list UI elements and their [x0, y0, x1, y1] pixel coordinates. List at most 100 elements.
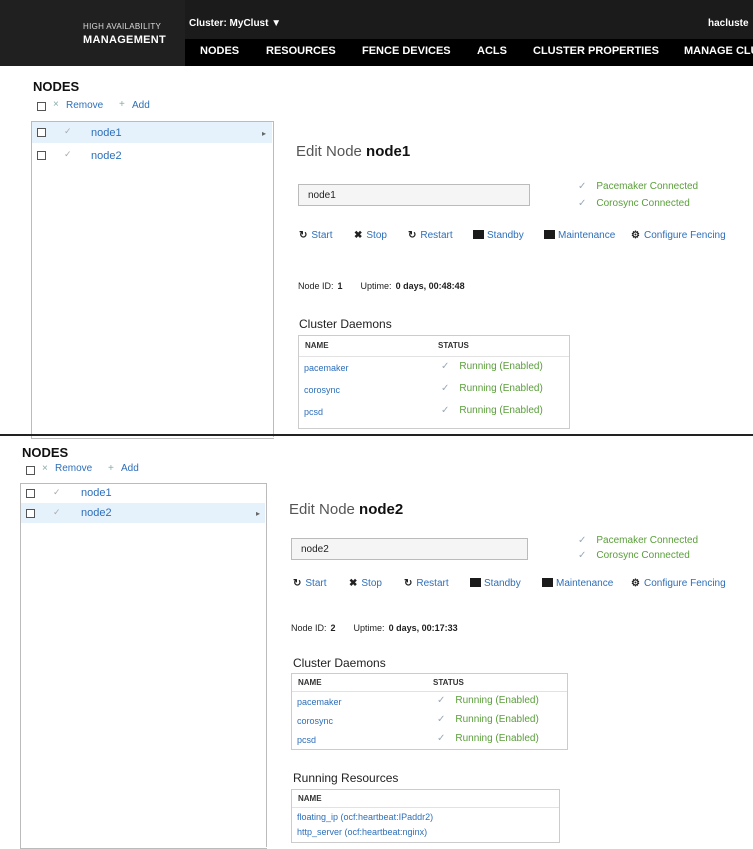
daemon-name[interactable]: pcsd — [304, 407, 323, 417]
node-list — [20, 483, 267, 849]
check-icon: ✓ — [64, 149, 72, 159]
resources-table: NAME floating_ip (ocf:heartbeat:IPaddr2)… — [291, 789, 560, 843]
check-icon: ✓ — [64, 126, 72, 136]
col-status: STATUS — [438, 341, 469, 350]
cluster-daemons-title: Cluster Daemons — [299, 317, 392, 331]
node-link[interactable]: node2 — [81, 507, 112, 519]
screenshot-divider — [0, 434, 753, 436]
start-button[interactable]: ↻ Start — [299, 230, 333, 241]
restart-icon: ↻ — [404, 578, 413, 589]
row-checkbox[interactable] — [26, 489, 35, 498]
check-icon: ✓ — [53, 487, 61, 497]
daemon-name[interactable]: corosync — [304, 385, 340, 395]
edit-node-title: Edit Node node2 — [289, 501, 404, 518]
daemon-status: ✓ Running (Enabled) — [437, 714, 539, 725]
add-button[interactable]: Add — [121, 463, 139, 474]
menu-cluster-properties[interactable]: CLUSTER PROPERTIES — [533, 45, 659, 57]
node-list — [31, 121, 274, 439]
page-title: NODES — [22, 445, 69, 460]
standby-icon — [470, 578, 481, 587]
page-title: NODES — [33, 79, 80, 94]
daemons-table: NAME STATUS pacemaker ✓ Running (Enabled)… — [298, 335, 570, 429]
main-menu: NODES RESOURCES FENCE DEVICES ACLS CLUST… — [185, 39, 753, 66]
maintenance-icon — [544, 230, 555, 239]
top-header: HIGH AVAILABILITY MANAGEMENT Cluster: My… — [0, 0, 753, 66]
cluster-selector[interactable]: Cluster: MyClust ▼ — [189, 18, 281, 29]
panel-divider — [266, 483, 267, 847]
pacemaker-status: ✓ Pacemaker Connected — [578, 535, 699, 546]
node-link[interactable]: node2 — [91, 150, 122, 162]
remove-icon: × — [42, 463, 48, 474]
daemon-status: ✓ Running (Enabled) — [441, 361, 543, 372]
add-button[interactable]: Add — [132, 100, 150, 111]
brand-area: HIGH AVAILABILITY MANAGEMENT — [0, 0, 185, 66]
start-icon: ↻ — [299, 230, 308, 241]
restart-icon: ↻ — [408, 230, 417, 241]
col-name: NAME — [298, 678, 322, 687]
daemon-status: ✓ Running (Enabled) — [437, 695, 539, 706]
remove-button[interactable]: Remove — [55, 463, 92, 474]
select-all-checkbox[interactable] — [37, 102, 46, 111]
node-meta: Node ID: 1 Uptime: 0 days, 00:48:48 — [298, 281, 465, 291]
add-icon: + — [108, 463, 114, 474]
cluster-daemons-title: Cluster Daemons — [293, 656, 386, 670]
check-icon: ✓ — [53, 507, 61, 517]
stop-icon: ✖ — [349, 578, 358, 589]
corosync-status: ✓ Corosync Connected — [578, 550, 690, 561]
brand-line2: MANAGEMENT — [83, 34, 167, 46]
daemon-status: ✓ Running (Enabled) — [437, 733, 539, 744]
daemon-name[interactable]: corosync — [297, 716, 333, 726]
daemons-table: NAME STATUS pacemaker ✓ Running (Enabled)… — [291, 673, 568, 750]
stop-icon: ✖ — [354, 230, 363, 241]
menu-fence-devices[interactable]: FENCE DEVICES — [362, 45, 451, 57]
standby-icon — [473, 230, 484, 239]
gear-icon: ⚙ — [631, 230, 640, 241]
menu-manage-clusters[interactable]: MANAGE CLU — [684, 45, 753, 57]
stop-button[interactable]: ✖ Stop — [354, 230, 387, 241]
menu-nodes[interactable]: NODES — [200, 45, 239, 57]
stop-button[interactable]: ✖ Stop — [349, 578, 382, 589]
node-meta: Node ID: 2 Uptime: 0 days, 00:17:33 — [291, 623, 458, 633]
select-all-checkbox[interactable] — [26, 466, 35, 475]
standby-button[interactable]: Standby — [470, 578, 521, 589]
node-name-field[interactable]: node2 — [291, 538, 528, 560]
maintenance-button[interactable]: Maintenance — [544, 230, 615, 241]
chevron-right-icon: ▸ — [256, 509, 261, 518]
node-link[interactable]: node1 — [81, 487, 112, 499]
start-icon: ↻ — [293, 578, 302, 589]
start-button[interactable]: ↻ Start — [293, 578, 327, 589]
col-name: NAME — [298, 794, 322, 803]
panel-divider — [273, 121, 274, 437]
maintenance-button[interactable]: Maintenance — [542, 578, 613, 589]
restart-button[interactable]: ↻ Restart — [404, 578, 449, 589]
user-menu[interactable]: hacluste — [708, 18, 749, 29]
col-name: NAME — [305, 341, 329, 350]
pacemaker-status: ✓ Pacemaker Connected — [578, 181, 699, 192]
menu-acls[interactable]: ACLS — [477, 45, 507, 57]
add-icon: + — [119, 99, 125, 110]
row-checkbox[interactable] — [26, 509, 35, 518]
remove-button[interactable]: Remove — [66, 100, 103, 111]
configure-fencing-button[interactable]: ⚙ Configure Fencing — [631, 230, 726, 241]
menu-resources[interactable]: RESOURCES — [266, 45, 336, 57]
daemon-name[interactable]: pcsd — [297, 735, 316, 745]
row-checkbox[interactable] — [37, 151, 46, 160]
gear-icon: ⚙ — [631, 578, 640, 589]
resource-link[interactable]: floating_ip (ocf:heartbeat:IPaddr2) — [297, 812, 433, 822]
chevron-right-icon: ▸ — [262, 129, 267, 138]
edit-node-title: Edit Node node1 — [296, 143, 411, 160]
restart-button[interactable]: ↻ Restart — [408, 230, 453, 241]
configure-fencing-button[interactable]: ⚙ Configure Fencing — [631, 578, 726, 589]
resource-link[interactable]: http_server (ocf:heartbeat:nginx) — [297, 827, 427, 837]
node-name-field[interactable]: node1 — [298, 184, 530, 206]
daemon-status: ✓ Running (Enabled) — [441, 405, 543, 416]
row-checkbox[interactable] — [37, 128, 46, 137]
col-status: STATUS — [433, 678, 464, 687]
daemon-name[interactable]: pacemaker — [297, 697, 342, 707]
daemon-status: ✓ Running (Enabled) — [441, 383, 543, 394]
standby-button[interactable]: Standby — [473, 230, 524, 241]
brand-line1: HIGH AVAILABILITY — [83, 22, 162, 31]
daemon-name[interactable]: pacemaker — [304, 363, 349, 373]
corosync-status: ✓ Corosync Connected — [578, 198, 690, 209]
node-link[interactable]: node1 — [91, 127, 122, 139]
